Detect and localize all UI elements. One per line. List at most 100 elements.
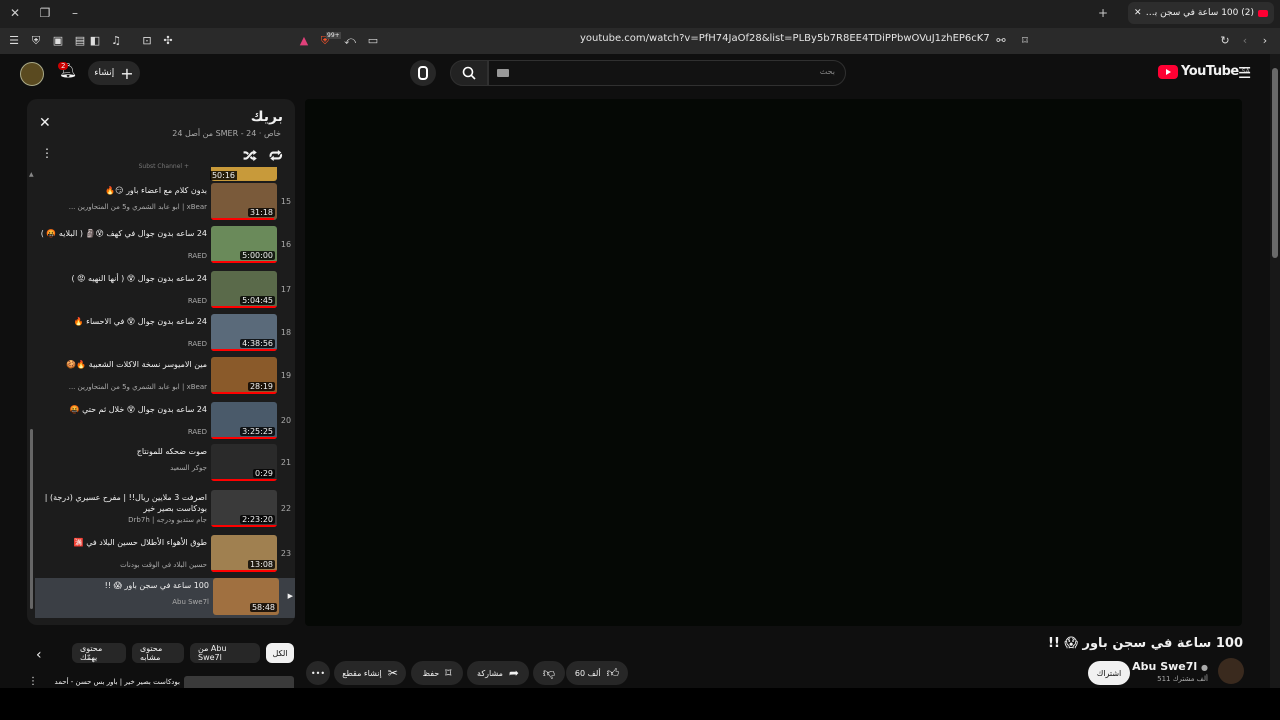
playlist-item[interactable]: 15 31:18 بدون كلام مع اعضاء باور 😏🔥 xBea…: [35, 183, 293, 225]
search-input[interactable]: بحث: [488, 60, 846, 86]
reload-icon[interactable]: ↻: [1217, 33, 1233, 49]
menu-icon[interactable]: ☰: [6, 33, 22, 49]
watch-progress-bar: [211, 349, 277, 351]
create-button[interactable]: إنشاء +: [88, 61, 140, 85]
watch-progress-bar: [211, 525, 277, 527]
subscribe-button[interactable]: اشتراك: [1088, 661, 1130, 685]
playlist-item[interactable]: 22 2:23:20 اصرفت 3 ملايين ريال!! | مفرح …: [35, 490, 293, 532]
share-label: مشاركة: [477, 668, 503, 678]
playlist-item-channel: RAED: [187, 340, 207, 348]
filter-chip[interactable]: من Abu Swe7l: [190, 643, 260, 663]
video-title: 100 ساعة في سجن باور 😱 !!: [1048, 636, 1243, 651]
next-item-menu-icon[interactable]: ⋮: [28, 676, 38, 687]
next-video-thumbnail[interactable]: [184, 676, 294, 688]
bookmark-icon[interactable]: ⌑: [1017, 33, 1033, 49]
music-icon[interactable]: ♫: [108, 33, 124, 49]
playlist-item[interactable]: 20 3:25:25 24 ساعه بدون جوال 😵 خلال ثم ح…: [35, 402, 293, 444]
playlist-item-thumbnail: 0:29: [211, 444, 277, 481]
guide-menu-icon[interactable]: ☰: [1238, 64, 1251, 82]
shuffle-icon[interactable]: 🔀︎: [243, 145, 257, 166]
loop-icon[interactable]: 🔁︎: [269, 145, 283, 166]
create-label: إنشاء: [94, 68, 115, 78]
more-actions-button[interactable]: •••: [306, 661, 330, 685]
dislike-button[interactable]: 👎︎: [533, 661, 565, 685]
watch-progress-bar: [211, 437, 277, 439]
playlist-item[interactable]: 17 5:04:45 24 ساعه بدون جوال 😵 ( أنها ال…: [35, 271, 293, 313]
extensions-icon[interactable]: ✣: [160, 33, 176, 49]
shield-icon[interactable]: ⛨: [28, 33, 44, 49]
playlist-item[interactable]: 23 13:08 طوق الأهواء الأطلال حسين البلاد…: [35, 535, 293, 577]
playlist-item-index: 22: [280, 504, 292, 513]
search-button[interactable]: [450, 60, 488, 86]
playlist-item-index: 19: [280, 371, 292, 380]
address-bar[interactable]: youtube.com/watch?v=PfH74JaOf28&list=PLB…: [580, 33, 990, 49]
account-avatar[interactable]: [20, 62, 44, 86]
translate-icon[interactable]: ⚯: [993, 33, 1009, 49]
save-button[interactable]: حفظ ⌑: [411, 661, 463, 685]
playlist-item[interactable]: 18 4:38:56 24 ساعه بدون جوال 😵 في الاحسا…: [35, 314, 293, 356]
minimize-window-icon[interactable]: –: [67, 6, 83, 20]
playlist-item-duration: 3:25:25: [240, 427, 275, 436]
playlist-item[interactable]: 21 0:29 صوت ضحكه للمونتاج جوكر السعيد: [35, 444, 293, 486]
search-icon: [462, 66, 476, 80]
filter-chip[interactable]: محتوى يهمّك: [72, 643, 126, 663]
filter-chip[interactable]: محتوى مشابه: [132, 643, 184, 663]
channel-avatar[interactable]: [1218, 658, 1244, 684]
subscriber-count: 511 ألف مشترك: [1157, 675, 1208, 683]
playlist-item-index: 15: [280, 197, 292, 206]
scroll-up-arrow-icon[interactable]: ▲: [29, 171, 34, 178]
keyboard-icon[interactable]: [497, 69, 509, 77]
playlist-item-channel: حسين البلاد في الوقت بودنات: [120, 561, 207, 569]
video-player[interactable]: [305, 99, 1242, 626]
playlist-item-channel: جوكر السعيد: [170, 464, 207, 472]
playlist-item-title: بدون كلام مع اعضاء باور 😏🔥: [105, 186, 207, 195]
voice-search-button[interactable]: [410, 60, 436, 86]
maximize-window-icon[interactable]: ❐: [37, 6, 53, 20]
playlist-item[interactable]: 19 28:19 مين الاميوسر نسخة الاكلات الشعب…: [35, 357, 293, 399]
playlist-item-duration: 58:48: [249, 603, 277, 612]
partial-thumbnail[interactable]: 50:16: [209, 167, 277, 181]
back-icon[interactable]: ‹: [1237, 33, 1253, 49]
youtube-favicon-icon: [1258, 9, 1268, 17]
browser-tab[interactable]: (2) 100 ساعة في سجن باور ✕: [1128, 2, 1274, 24]
sidebar-icon[interactable]: ◧: [87, 33, 103, 49]
partial-duration: 50:16: [209, 171, 237, 180]
page-scrollbar[interactable]: [1270, 54, 1280, 688]
save-icon: ⌑: [445, 666, 452, 680]
new-tab-icon[interactable]: +: [1095, 6, 1111, 20]
close-window-icon[interactable]: ✕: [7, 6, 23, 20]
channel-name[interactable]: Abu Swe7l ●: [1132, 660, 1208, 673]
playlist-item-title: اصرفت 3 ملايين ريال!! | مفرح عسيري (درجة…: [44, 493, 207, 513]
more-options-icon[interactable]: ⋮: [41, 146, 53, 160]
wallet-icon[interactable]: ▣: [50, 33, 66, 49]
clip-button[interactable]: إنشاء مقطع ✂: [334, 661, 406, 685]
watch-progress-bar: [211, 306, 277, 308]
close-playlist-icon[interactable]: ✕: [39, 115, 51, 131]
playlist-item[interactable]: 58:48 100 ساعة في سجن باور 😱 !! Abu Swe7…: [35, 578, 295, 618]
shield-badge: 99+: [326, 32, 341, 39]
playlist-panel: بريك خاص · SMER - 24 من أصل 24 ✕ ⋮ 🔁︎ 🔀︎…: [27, 99, 295, 625]
chips-back-icon[interactable]: ‹: [36, 647, 42, 663]
playlist-item-title: 24 ساعه بدون جوال في كهف 😵🗿 ( البلايه 🤬 …: [40, 229, 207, 238]
filter-chip[interactable]: الكل: [266, 643, 294, 663]
share-button[interactable]: مشاركة ➦: [467, 661, 529, 685]
tab-close-icon[interactable]: ✕: [1134, 8, 1142, 18]
reader-icon[interactable]: ▤: [72, 33, 88, 49]
playlist-item-channel: xBear | ابو عابد الشمري و5 من المتحاورين…: [68, 203, 207, 211]
cast-icon[interactable]: ▭: [365, 33, 381, 49]
playlist-scrollbar[interactable]: [30, 429, 33, 609]
playlist-item-channel: جام ستديو ودرجه | Drb7h: [128, 516, 207, 524]
youtube-logo[interactable]: YouTube SA: [1158, 64, 1250, 79]
partial-channel: Subst Channel +: [138, 163, 189, 170]
scrollbar-thumb[interactable]: [1272, 68, 1278, 258]
share-url-icon[interactable]: ⤺: [342, 33, 358, 49]
next-video-title[interactable]: بودكاست بصير خير | باور بس حسن - أحمد: [55, 678, 180, 686]
like-button[interactable]: 60 ألف 👍︎: [566, 661, 628, 685]
tab-title: (2) 100 ساعة في سجن باور: [1145, 8, 1254, 18]
rewards-icon[interactable]: ▲: [296, 33, 312, 49]
playlist-item-channel: RAED: [187, 252, 207, 260]
playlist-item[interactable]: 16 5:00:00 24 ساعه بدون جوال في كهف 😵🗿 (…: [35, 226, 293, 268]
screenshot-icon[interactable]: ⊡: [139, 33, 155, 49]
playlist-item-title: 100 ساعة في سجن باور 😱 !!: [104, 581, 209, 590]
forward-icon[interactable]: ›: [1257, 33, 1273, 49]
